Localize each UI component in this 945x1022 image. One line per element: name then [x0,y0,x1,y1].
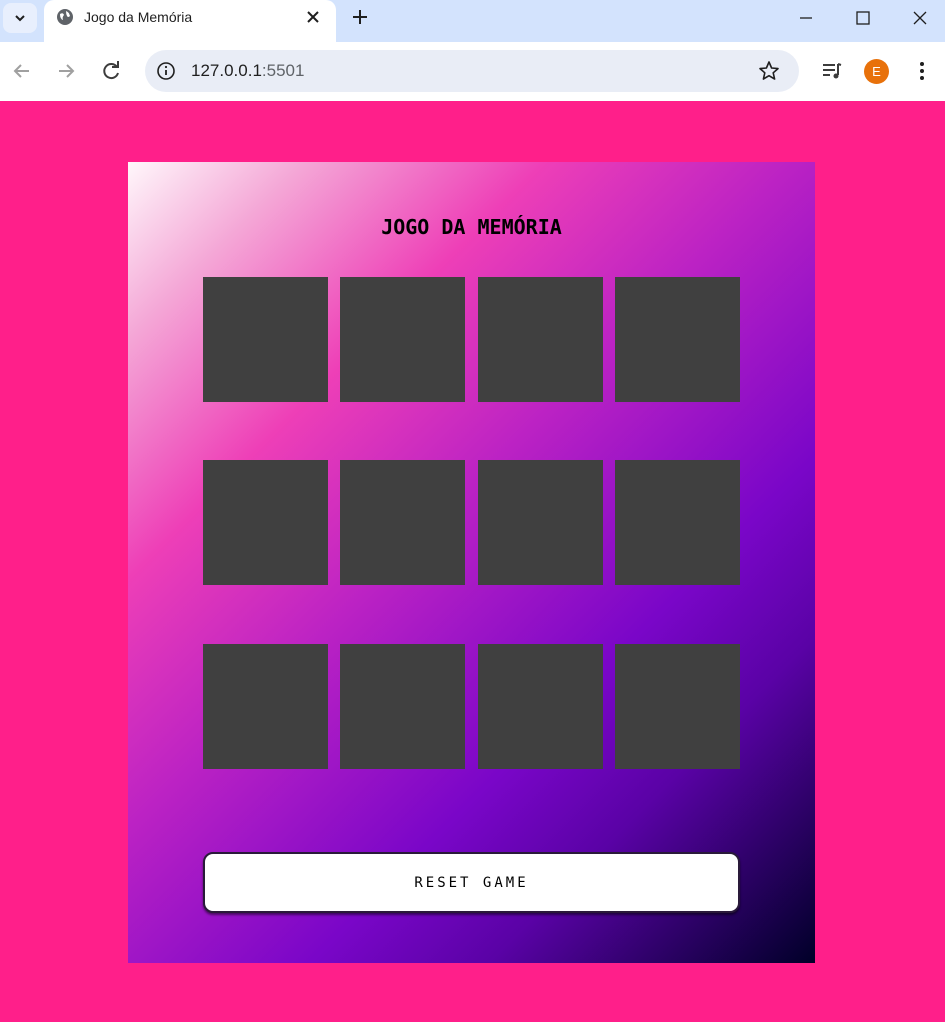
globe-icon [57,9,73,25]
plus-icon[interactable] [350,7,370,27]
profile-avatar[interactable]: E [864,59,889,84]
tab-list-button[interactable] [3,3,37,33]
tab-strip: Jogo da Memória [0,0,945,42]
site-info-icon[interactable] [155,60,177,82]
close-icon[interactable] [304,8,322,26]
address-bar[interactable]: 127.0.0.1:5501 [145,50,799,92]
memory-card[interactable] [478,460,603,585]
memory-card[interactable] [203,644,328,769]
memory-card[interactable] [340,644,465,769]
memory-card[interactable] [203,277,328,402]
memory-card[interactable] [615,277,740,402]
maximize-icon[interactable] [853,8,873,28]
back-arrow-icon[interactable] [10,59,34,83]
reset-game-button[interactable]: RESET GAME [203,852,740,913]
minimize-icon[interactable] [796,8,816,28]
memory-card[interactable] [203,460,328,585]
memory-card[interactable] [340,460,465,585]
media-control-icon[interactable] [820,59,844,83]
memory-card[interactable] [478,277,603,402]
forward-arrow-icon[interactable] [54,59,78,83]
window-close-icon[interactable] [910,8,930,28]
active-tab[interactable]: Jogo da Memória [44,0,336,42]
tab-list-chevron-icon [15,15,25,22]
url-text: 127.0.0.1:5501 [191,61,304,81]
url-port: :5501 [261,61,305,80]
memory-card[interactable] [615,460,740,585]
game-title: JOGO DA MEMÓRIA [381,215,562,239]
memory-game-container: JOGO DA MEMÓRIA RESET GAME [128,162,815,963]
memory-card[interactable] [478,644,603,769]
url-host: 127.0.0.1 [191,61,262,80]
reload-icon[interactable] [99,59,123,83]
kebab-menu-icon[interactable] [910,59,934,83]
tab-title: Jogo da Memória [84,9,193,25]
browser-toolbar: 127.0.0.1:5501 E [0,42,945,101]
memory-card[interactable] [615,644,740,769]
star-icon[interactable] [758,60,780,82]
memory-card[interactable] [340,277,465,402]
